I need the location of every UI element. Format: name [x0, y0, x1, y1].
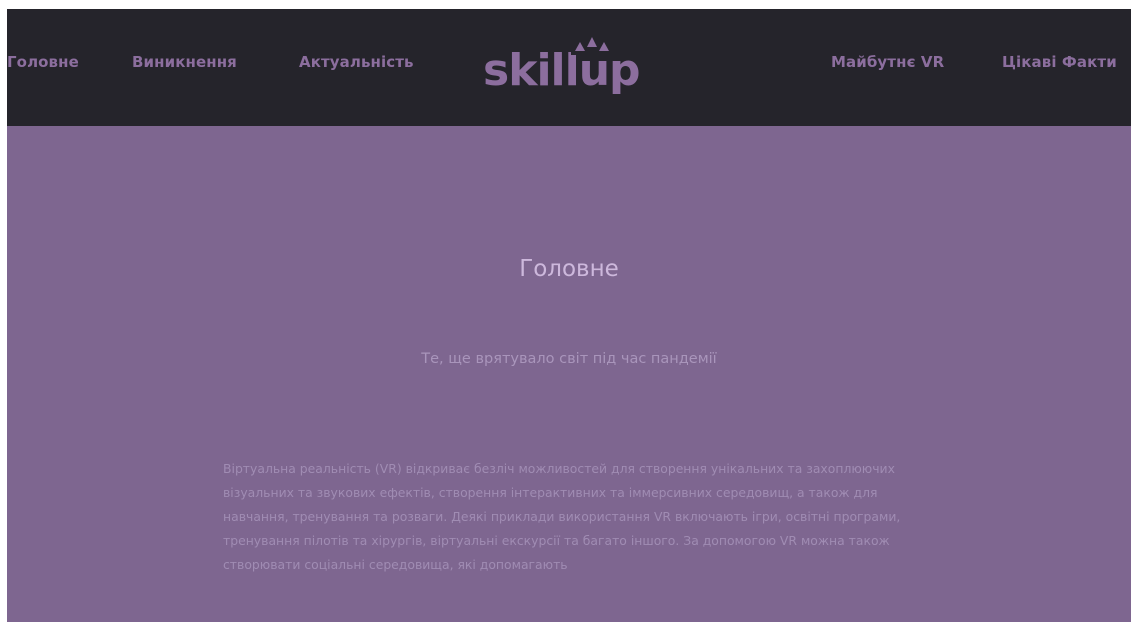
nav-link-home[interactable]: Головне [7, 53, 79, 71]
top-navigation-bar: Головне Виникнення Актуальність skillup … [7, 9, 1131, 126]
nav-link-future-vr[interactable]: Майбутнє VR [831, 53, 944, 71]
nav-link-relevance[interactable]: Актуальність [299, 53, 414, 71]
page-title: Головне [519, 256, 619, 282]
page-frame: Головне Виникнення Актуальність skillup … [7, 9, 1131, 622]
page-subtitle: Те, ще врятувало світ під час пандемії [421, 351, 717, 367]
hero-section: Головне Те, ще врятувало світ під час па… [7, 126, 1131, 622]
intro-paragraph: Віртуальна реальність (VR) відкриває без… [223, 461, 901, 572]
logo-wordmark-text: skillup [483, 45, 640, 96]
nav-link-origin[interactable]: Виникнення [132, 53, 237, 71]
skillup-logo[interactable]: skillup [483, 35, 663, 99]
nav-link-fun-facts[interactable]: Цікаві Факти [1002, 53, 1117, 71]
